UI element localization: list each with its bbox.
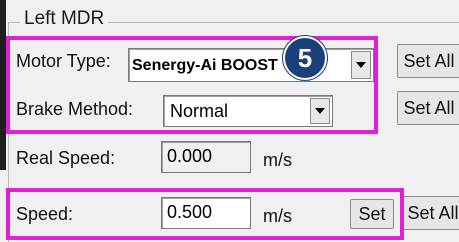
speed-label: Speed: [16, 204, 74, 224]
brake-method-select[interactable]: Normal [163, 95, 333, 127]
speed-set-button[interactable]: Set [350, 199, 394, 229]
motor-type-set-all-button[interactable]: Set All [397, 44, 459, 78]
chevron-down-icon [356, 62, 366, 68]
real-speed-field: 0.000 [161, 141, 251, 173]
groupbox-title: Left MDR [20, 8, 109, 30]
motor-type-select[interactable]: Senergy-Ai BOOST [128, 48, 374, 82]
brake-method-value: Normal [170, 101, 229, 121]
chevron-down-icon [315, 108, 325, 114]
step-badge: 5 [283, 36, 327, 80]
window-edge [0, 0, 6, 170]
motor-type-label: Motor Type: [16, 51, 111, 71]
motor-type-dropdown-button[interactable] [351, 51, 371, 79]
brake-method-dropdown-button[interactable] [310, 98, 330, 124]
real-speed-label: Real Speed: [16, 148, 116, 168]
speed-input[interactable]: 0.500 [161, 197, 251, 229]
left-mdr-panel: Left MDR Motor Type: Senergy-Ai BOOST Se… [0, 0, 459, 242]
brake-method-set-all-button[interactable]: Set All [397, 91, 459, 125]
motor-type-value: Senergy-Ai BOOST [132, 57, 278, 74]
brake-method-label: Brake Method: [16, 99, 134, 119]
speed-set-all-button[interactable]: Set All [403, 196, 459, 230]
speed-unit: m/s [263, 206, 292, 226]
real-speed-unit: m/s [263, 150, 292, 170]
